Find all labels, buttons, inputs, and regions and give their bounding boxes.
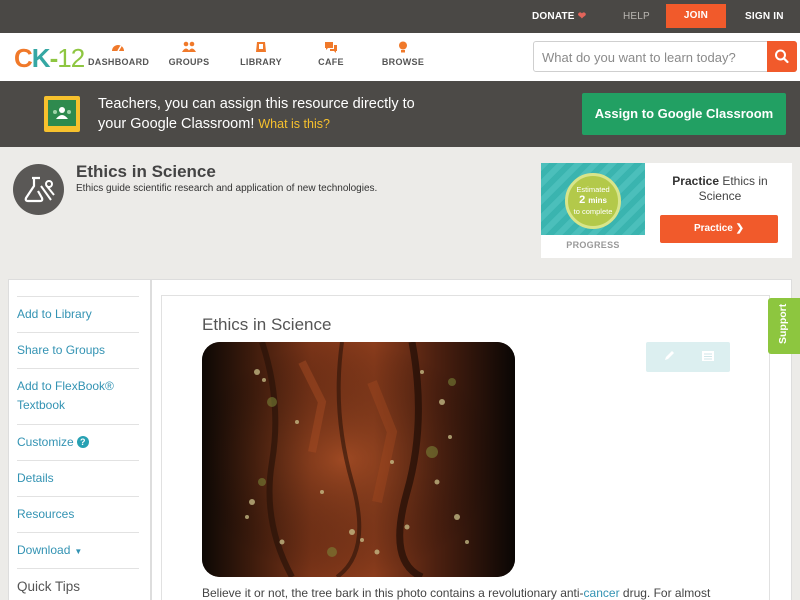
nav-browse-label: BROWSE bbox=[381, 57, 425, 67]
sidebar-add-to-library[interactable]: Add to Library bbox=[17, 296, 139, 333]
nav-groups[interactable]: GROUPS bbox=[166, 41, 212, 67]
nav-browse[interactable]: BROWSE bbox=[380, 41, 426, 67]
logo-c: C bbox=[14, 43, 33, 73]
body-text-end: drug. For almost bbox=[619, 586, 711, 600]
sidebar-item-label: Quick Tips bbox=[17, 579, 81, 594]
tree-bark-photo bbox=[202, 342, 515, 577]
estimate-value: 2 bbox=[579, 194, 586, 206]
sidebar-resources[interactable]: Resources bbox=[17, 496, 139, 532]
sidebar-item-label: Resources bbox=[17, 507, 75, 521]
concept-title: Ethics in Science bbox=[76, 162, 216, 181]
article-body: Believe it or not, the tree bark in this… bbox=[202, 586, 742, 600]
estimate-suffix: to complete bbox=[573, 207, 613, 216]
sidebar-item-label: Add to FlexBook® bbox=[17, 379, 114, 393]
body-text-start: Believe it or not, the tree bark in this… bbox=[202, 586, 584, 600]
sidebar-share-to-groups[interactable]: Share to Groups bbox=[17, 332, 139, 369]
sidebar-customize[interactable]: Customize? bbox=[17, 424, 139, 460]
banner-line-2: your Google Classroom! bbox=[98, 116, 255, 132]
sidebar-add-to-flexbook[interactable]: Add to FlexBook® Textbook bbox=[17, 368, 139, 424]
classroom-banner: Teachers, you can assign this resource d… bbox=[0, 81, 800, 147]
sidebar-item-label: Add to Library bbox=[17, 307, 92, 321]
help-link[interactable]: HELP bbox=[623, 0, 650, 33]
nav-cafe[interactable]: CAFE bbox=[310, 41, 352, 67]
article-tools bbox=[646, 342, 730, 372]
logo-k: K bbox=[31, 43, 51, 73]
search-icon bbox=[775, 49, 789, 64]
logo-number: 12 bbox=[57, 43, 85, 73]
dashboard-icon bbox=[112, 45, 124, 52]
donate-label: DONATE bbox=[532, 11, 575, 22]
sidebar-item-label: Customize bbox=[17, 435, 74, 449]
ck12-logo[interactable]: CK-12 bbox=[14, 43, 85, 74]
top-utility-bar: DONATE ❤ HELP JOIN SIGN IN bbox=[0, 0, 800, 33]
cancer-link[interactable]: cancer bbox=[584, 586, 620, 600]
nav-groups-label: GROUPS bbox=[168, 57, 210, 67]
join-button[interactable]: JOIN bbox=[666, 4, 726, 28]
nav-cafe-label: CAFE bbox=[318, 57, 344, 67]
practice-heading: Practice Ethics in Science bbox=[661, 174, 779, 204]
help-question-icon[interactable]: ? bbox=[76, 436, 89, 448]
sidebar-item-label: Details bbox=[17, 471, 54, 485]
sidebar-download[interactable]: Download ▼ bbox=[17, 532, 139, 568]
banner-line-1: Teachers, you can assign this resource d… bbox=[98, 96, 415, 112]
science-flask-icon bbox=[13, 164, 64, 215]
cafe-icon bbox=[325, 42, 337, 53]
caret-down-icon: ▼ bbox=[74, 547, 83, 556]
library-icon bbox=[256, 42, 266, 52]
practice-button-label: Practice bbox=[693, 223, 733, 234]
article-title: Ethics in Science bbox=[202, 315, 332, 334]
sidebar-quick-tips[interactable]: Quick Tips bbox=[17, 568, 139, 600]
search-button[interactable] bbox=[767, 41, 797, 72]
estimate-unit: mins bbox=[588, 196, 607, 205]
practice-button[interactable]: Practice ❯ bbox=[660, 215, 778, 243]
pencil-icon[interactable] bbox=[662, 349, 676, 363]
practice-card: Estimated 2 mins to complete PROGRESS Pr… bbox=[541, 163, 792, 258]
nav-dashboard[interactable]: DASHBOARD bbox=[88, 41, 150, 67]
browse-icon bbox=[399, 41, 407, 53]
google-classroom-icon bbox=[44, 96, 80, 132]
sidebar-item-label: Share to Groups bbox=[17, 343, 106, 357]
support-tab[interactable]: Support bbox=[768, 298, 800, 354]
left-sidebar: Add to Library Share to Groups Add to Fl… bbox=[8, 279, 151, 600]
sidebar-item-label-line2: Textbook bbox=[17, 398, 66, 412]
estimate-label: Estimated bbox=[576, 185, 610, 194]
time-estimate-badge: Estimated 2 mins to complete bbox=[565, 173, 621, 229]
search-box bbox=[533, 41, 797, 72]
what-is-this-link[interactable]: What is this? bbox=[258, 117, 330, 131]
sign-in-link[interactable]: SIGN IN bbox=[745, 0, 784, 33]
support-tab-label: Support bbox=[777, 303, 789, 344]
nav-dashboard-label: DASHBOARD bbox=[88, 57, 150, 67]
nav-library[interactable]: LIBRARY bbox=[238, 41, 284, 67]
practice-heading-bold: Practice bbox=[672, 174, 719, 188]
practice-thumbnail: Estimated 2 mins to complete bbox=[541, 163, 645, 235]
assign-to-google-classroom-button[interactable]: Assign to Google Classroom bbox=[582, 93, 786, 135]
search-input[interactable] bbox=[542, 48, 764, 66]
donate-link[interactable]: DONATE ❤ bbox=[532, 0, 586, 33]
concept-description: Ethics guide scientific research and app… bbox=[76, 183, 378, 194]
heart-icon: ❤ bbox=[577, 11, 587, 22]
main-navbar: CK-12 DASHBOARD GROUPS LIBRARY CAFE BROW… bbox=[0, 33, 800, 81]
notes-icon[interactable] bbox=[701, 349, 715, 363]
nav-library-label: LIBRARY bbox=[240, 57, 282, 67]
banner-message: Teachers, you can assign this resource d… bbox=[98, 94, 518, 134]
sidebar-details[interactable]: Details bbox=[17, 460, 139, 496]
groups-icon bbox=[182, 41, 196, 52]
sidebar-item-label: Download bbox=[17, 543, 71, 557]
chevron-right-icon: ❯ bbox=[735, 223, 745, 234]
progress-label: PROGRESS bbox=[566, 240, 620, 250]
